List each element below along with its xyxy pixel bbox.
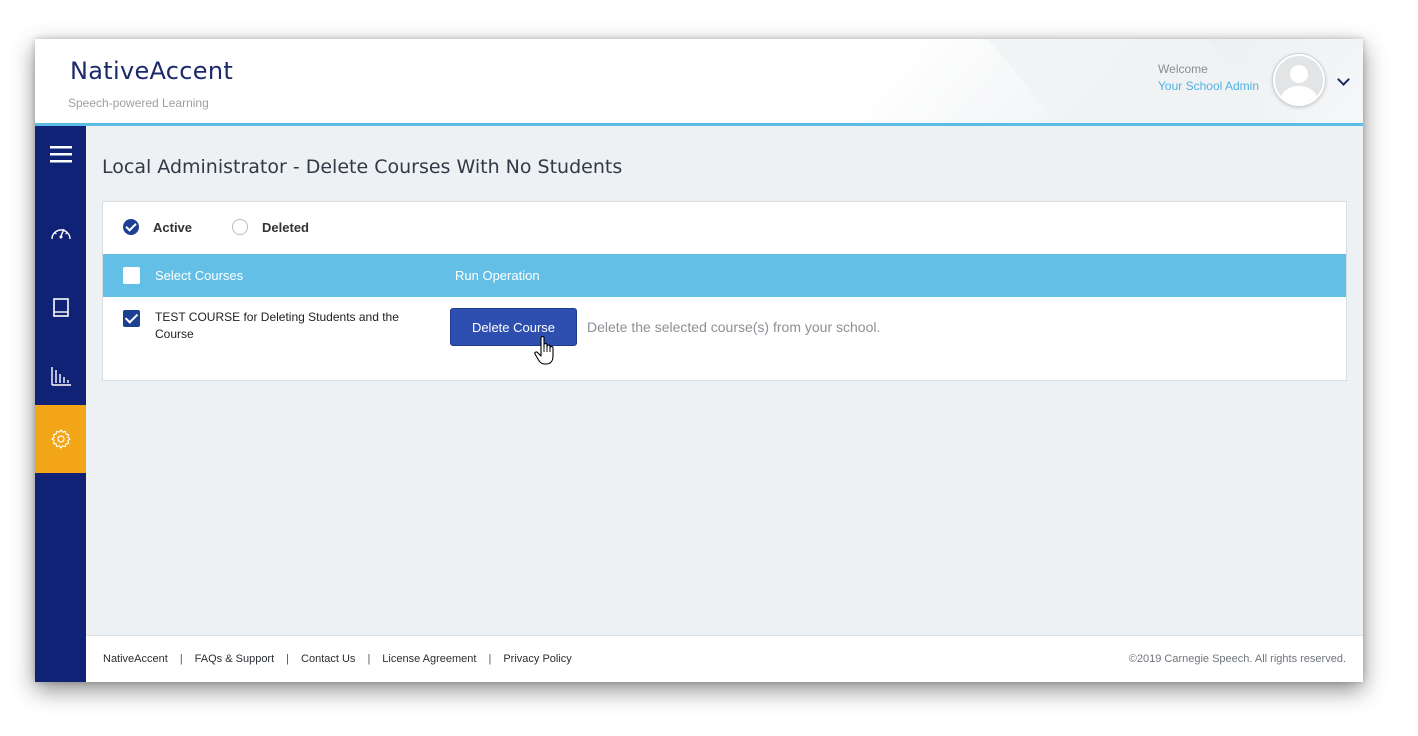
- avatar-body-shape: [1281, 86, 1317, 104]
- sidebar-item-reports[interactable]: [35, 348, 86, 404]
- courses-panel: Active Deleted Select Courses Run Operat…: [102, 201, 1347, 381]
- dashboard-gauge-icon: [50, 228, 71, 240]
- column-header-select-courses: Select Courses: [155, 268, 244, 283]
- brand-logo[interactable]: NativeAccent: [70, 57, 233, 85]
- select-all-checkbox[interactable]: [123, 267, 140, 284]
- footer-link-nativeaccent[interactable]: NativeAccent: [103, 653, 168, 665]
- book-icon: [52, 298, 69, 317]
- menu-icon: [49, 146, 72, 163]
- footer-link-license-agreement[interactable]: License Agreement: [382, 653, 476, 665]
- page-title: Local Administrator - Delete Courses Wit…: [102, 156, 623, 178]
- footer-links: NativeAccent | FAQs & Support | Contact …: [103, 653, 572, 665]
- footer-separator: |: [367, 653, 371, 665]
- copyright-notice: ©2019 Carnegie Speech. All rights reserv…: [1128, 653, 1346, 665]
- footer: NativeAccent | FAQs & Support | Contact …: [86, 635, 1363, 682]
- sidebar: [35, 126, 86, 682]
- footer-separator: |: [286, 653, 290, 665]
- menu-toggle-button[interactable]: [35, 126, 86, 182]
- operation-description: Delete the selected course(s) from your …: [587, 319, 881, 335]
- welcome-label: Welcome: [1158, 62, 1208, 76]
- avatar[interactable]: [1273, 54, 1325, 106]
- status-filter: Active Deleted: [123, 219, 349, 235]
- course-name: TEST COURSE for Deleting Students and th…: [155, 310, 399, 341]
- footer-separator: |: [179, 653, 183, 665]
- footer-link-contact-us[interactable]: Contact Us: [301, 653, 355, 665]
- sidebar-item-dashboard[interactable]: [35, 205, 86, 261]
- sidebar-item-courses[interactable]: [35, 280, 86, 336]
- sidebar-item-settings[interactable]: [35, 405, 86, 473]
- course-row-checkbox[interactable]: [123, 310, 140, 327]
- hand-pointer-cursor-icon: [534, 335, 554, 365]
- app-window: NativeAccent Speech-powered Learning Wel…: [35, 39, 1363, 682]
- top-header: NativeAccent Speech-powered Learning Wel…: [35, 39, 1363, 126]
- avatar-head-shape: [1290, 65, 1308, 83]
- user-greeting: Welcome Your School Admin: [1158, 62, 1259, 93]
- user-name-link[interactable]: Your School Admin: [1158, 79, 1259, 93]
- gear-icon: [50, 429, 71, 449]
- radio-deleted-label[interactable]: Deleted: [262, 220, 309, 235]
- radio-active[interactable]: [123, 219, 139, 235]
- radio-deleted[interactable]: [232, 219, 249, 235]
- table-header: Select Courses Run Operation: [103, 254, 1346, 297]
- radio-active-label[interactable]: Active: [153, 220, 192, 235]
- footer-link-faqs-support[interactable]: FAQs & Support: [195, 653, 274, 665]
- bar-chart-icon: [50, 367, 71, 386]
- footer-separator: |: [488, 653, 492, 665]
- column-header-run-operation: Run Operation: [455, 268, 540, 283]
- footer-link-privacy-policy[interactable]: Privacy Policy: [503, 653, 571, 665]
- brand-tagline: Speech-powered Learning: [68, 96, 209, 110]
